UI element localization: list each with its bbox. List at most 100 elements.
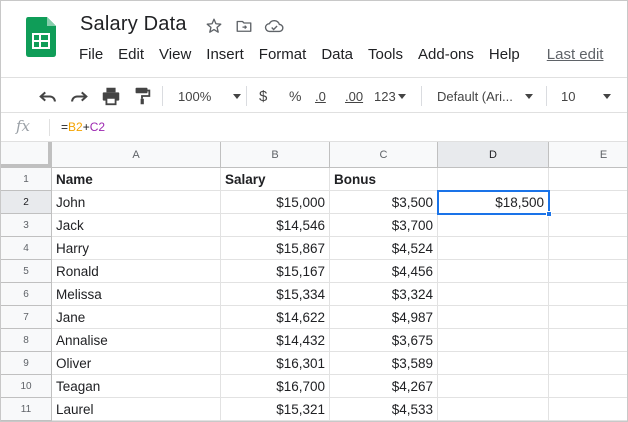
menu-edit[interactable]: Edit bbox=[118, 46, 144, 63]
cell-d7[interactable] bbox=[438, 306, 549, 329]
percent-format-button[interactable]: % bbox=[289, 78, 301, 114]
cell-b1[interactable]: Salary bbox=[221, 168, 330, 191]
menu-view[interactable]: View bbox=[159, 46, 191, 63]
column-header-b[interactable]: B bbox=[221, 142, 330, 168]
cell-b3[interactable]: $14,546 bbox=[221, 214, 330, 237]
zoom-select[interactable]: 100% bbox=[178, 78, 242, 114]
menu-help[interactable]: Help bbox=[489, 46, 520, 63]
cell-d5[interactable] bbox=[438, 260, 549, 283]
cell-c7[interactable]: $4,987 bbox=[330, 306, 438, 329]
cell-a4[interactable]: Harry bbox=[52, 237, 221, 260]
cell-d6[interactable] bbox=[438, 283, 549, 306]
cell-b10[interactable]: $16,700 bbox=[221, 375, 330, 398]
row-header-4[interactable]: 4 bbox=[1, 237, 52, 260]
cell-c10[interactable]: $4,267 bbox=[330, 375, 438, 398]
menu-format[interactable]: Format bbox=[259, 46, 307, 63]
star-icon[interactable] bbox=[204, 16, 224, 36]
cell-a11[interactable]: Laurel bbox=[52, 398, 221, 421]
last-edit-link[interactable]: Last edit bbox=[547, 46, 604, 63]
cell-d1[interactable] bbox=[438, 168, 549, 191]
column-header-a[interactable]: A bbox=[52, 142, 221, 168]
cell-e6[interactable] bbox=[549, 283, 627, 306]
cell-b6[interactable]: $15,334 bbox=[221, 283, 330, 306]
cell-c6[interactable]: $3,324 bbox=[330, 283, 438, 306]
cell-d10[interactable] bbox=[438, 375, 549, 398]
cell-a9[interactable]: Oliver bbox=[52, 352, 221, 375]
fill-handle[interactable] bbox=[546, 211, 552, 217]
row-header-7[interactable]: 7 bbox=[1, 306, 52, 329]
cloud-saved-icon[interactable] bbox=[264, 16, 284, 36]
cell-e4[interactable] bbox=[549, 237, 627, 260]
row-header-11[interactable]: 11 bbox=[1, 398, 52, 421]
undo-button[interactable] bbox=[37, 78, 59, 114]
column-header-c[interactable]: C bbox=[330, 142, 438, 168]
cell-d11[interactable] bbox=[438, 398, 549, 421]
more-formats-button[interactable]: 123 bbox=[374, 78, 406, 114]
cell-c9[interactable]: $3,589 bbox=[330, 352, 438, 375]
menu-tools[interactable]: Tools bbox=[368, 46, 403, 63]
menu-file[interactable]: File bbox=[79, 46, 103, 63]
cell-b11[interactable]: $15,321 bbox=[221, 398, 330, 421]
cell-d8[interactable] bbox=[438, 329, 549, 352]
cell-e9[interactable] bbox=[549, 352, 627, 375]
menu-add-ons[interactable]: Add-ons bbox=[418, 46, 474, 63]
cell-c11[interactable]: $4,533 bbox=[330, 398, 438, 421]
cell-a10[interactable]: Teagan bbox=[52, 375, 221, 398]
row-header-10[interactable]: 10 bbox=[1, 375, 52, 398]
row-header-3[interactable]: 3 bbox=[1, 214, 52, 237]
document-title[interactable]: Salary Data bbox=[80, 13, 187, 36]
cell-d2[interactable]: $18,500 bbox=[438, 191, 549, 214]
cell-a2[interactable]: John bbox=[52, 191, 221, 214]
cell-e7[interactable] bbox=[549, 306, 627, 329]
print-button[interactable] bbox=[100, 78, 122, 114]
menu-data[interactable]: Data bbox=[321, 46, 353, 63]
row-header-1[interactable]: 1 bbox=[1, 168, 52, 191]
font-family-select[interactable]: Default (Ari... bbox=[437, 78, 533, 114]
cell-c4[interactable]: $4,524 bbox=[330, 237, 438, 260]
cell-e1[interactable] bbox=[549, 168, 627, 191]
column-header-d[interactable]: D bbox=[438, 142, 549, 168]
row-header-2[interactable]: 2 bbox=[1, 191, 52, 214]
row-header-9[interactable]: 9 bbox=[1, 352, 52, 375]
cell-e3[interactable] bbox=[549, 214, 627, 237]
row-header-5[interactable]: 5 bbox=[1, 260, 52, 283]
cell-a8[interactable]: Annalise bbox=[52, 329, 221, 352]
redo-button[interactable] bbox=[68, 78, 90, 114]
cell-b2[interactable]: $15,000 bbox=[221, 191, 330, 214]
cell-d9[interactable] bbox=[438, 352, 549, 375]
sheets-logo-icon[interactable] bbox=[26, 17, 56, 57]
cell-c3[interactable]: $3,700 bbox=[330, 214, 438, 237]
cell-a7[interactable]: Jane bbox=[52, 306, 221, 329]
row-header-8[interactable]: 8 bbox=[1, 329, 52, 352]
cell-c5[interactable]: $4,456 bbox=[330, 260, 438, 283]
cell-d4[interactable] bbox=[438, 237, 549, 260]
cell-b5[interactable]: $15,167 bbox=[221, 260, 330, 283]
cell-e11[interactable] bbox=[549, 398, 627, 421]
decrease-decimal-button[interactable]: .0 bbox=[315, 78, 326, 114]
select-all-corner[interactable] bbox=[1, 142, 52, 168]
column-header-e[interactable]: E bbox=[549, 142, 627, 168]
cell-e5[interactable] bbox=[549, 260, 627, 283]
cell-c8[interactable]: $3,675 bbox=[330, 329, 438, 352]
cell-a5[interactable]: Ronald bbox=[52, 260, 221, 283]
cell-b9[interactable]: $16,301 bbox=[221, 352, 330, 375]
row-header-6[interactable]: 6 bbox=[1, 283, 52, 306]
cell-a1[interactable]: Name bbox=[52, 168, 221, 191]
increase-decimal-button[interactable]: .00 bbox=[345, 78, 363, 114]
cell-a3[interactable]: Jack bbox=[52, 214, 221, 237]
cell-e2[interactable] bbox=[549, 191, 627, 214]
move-to-folder-icon[interactable] bbox=[234, 16, 254, 36]
formula-input[interactable]: =B2+C2 bbox=[61, 120, 105, 134]
cell-b7[interactable]: $14,622 bbox=[221, 306, 330, 329]
cell-b4[interactable]: $15,867 bbox=[221, 237, 330, 260]
menu-insert[interactable]: Insert bbox=[206, 46, 244, 63]
cell-d3[interactable] bbox=[438, 214, 549, 237]
font-size-select[interactable]: 10 bbox=[561, 78, 612, 114]
cell-c1[interactable]: Bonus bbox=[330, 168, 438, 191]
cell-e10[interactable] bbox=[549, 375, 627, 398]
paint-format-button[interactable] bbox=[131, 78, 153, 114]
cell-c2[interactable]: $3,500 bbox=[330, 191, 438, 214]
currency-format-button[interactable]: $ bbox=[259, 78, 267, 114]
cell-b8[interactable]: $14,432 bbox=[221, 329, 330, 352]
cell-a6[interactable]: Melissa bbox=[52, 283, 221, 306]
